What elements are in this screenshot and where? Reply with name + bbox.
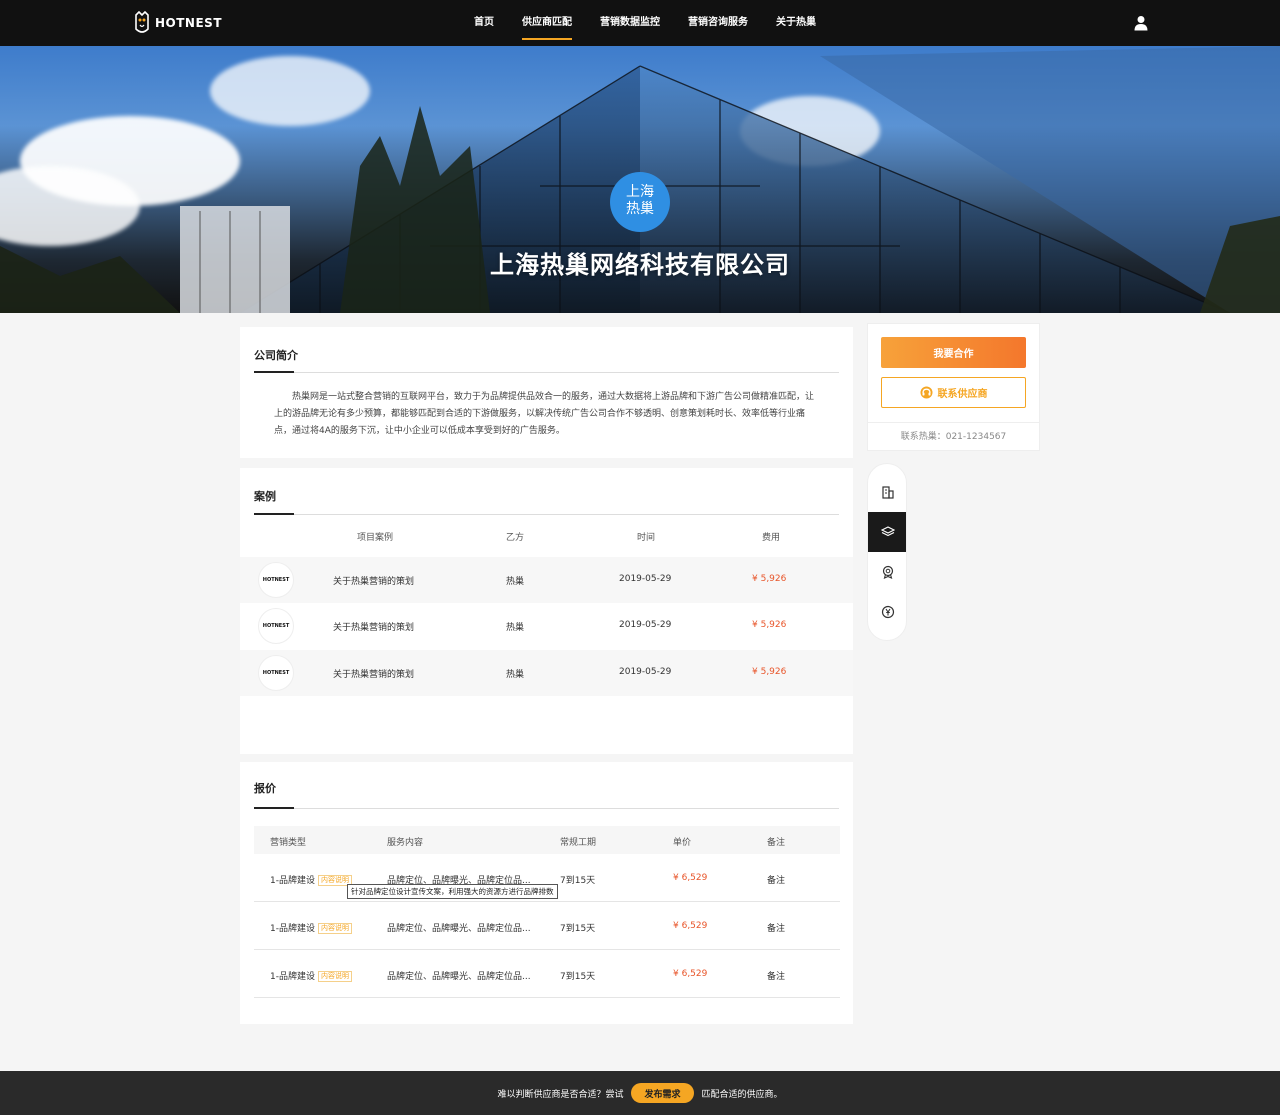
thumb-logo-text: HOTNEST <box>262 577 290 583</box>
thumb-logo-text: HOTNEST <box>262 670 290 676</box>
case-logo-thumbnail: HOTNEST <box>258 608 294 644</box>
col-header-project: 项目案例 <box>357 533 394 543</box>
logo-wordmark: HOTNEST <box>155 16 222 30</box>
quote-price: ¥ 6,529 <box>673 873 708 883</box>
section-title-quotes: 报价 <box>254 782 276 795</box>
case-logo-thumbnail: HOTNEST <box>258 655 294 691</box>
cases-table-header: 项目案例 乙方 时间 费用 <box>240 526 853 548</box>
case-party: 热巢 <box>506 577 525 587</box>
top-navigation-bar: HOTNEST 首页 供应商匹配 营销数据监控 营销咨询服务 关于热巢 <box>0 0 1280 46</box>
quote-note: 备注 <box>767 972 786 982</box>
section-divider <box>254 371 839 373</box>
layers-icon <box>881 526 895 537</box>
side-tab-quotes[interactable] <box>868 592 906 632</box>
quote-type: 1-品牌建设 <box>270 876 315 886</box>
table-row[interactable]: 1-品牌建设 内容说明 品牌定位、品牌曝光、品牌定位品... 7到15天 ¥ 6,… <box>254 854 840 902</box>
nav-item-home[interactable]: 首页 <box>474 0 494 46</box>
thumb-logo-text: HOTNEST <box>262 623 290 629</box>
footer-suffix-text: 匹配合适的供应商。 <box>701 1089 783 1100</box>
table-row[interactable]: HOTNEST 关于热巢营销的策划 热巢 2019-05-29 ¥ 5,926 <box>240 557 853 603</box>
quote-note: 备注 <box>767 924 786 934</box>
nav-item-about[interactable]: 关于热巢 <box>776 0 816 46</box>
publish-demand-button[interactable]: 发布需求 <box>631 1083 694 1103</box>
col-header-party: 乙方 <box>506 533 525 543</box>
nav-item-supplier-match[interactable]: 供应商匹配 <box>522 0 572 46</box>
col-header-period: 常规工期 <box>560 838 597 848</box>
side-tab-intro[interactable] <box>868 472 906 512</box>
company-intro-card: 公司简介 热巢网是一站式整合营销的互联网平台，致力于为品牌提供品效合一的服务，通… <box>240 327 853 458</box>
contact-supplier-label: 联系供应商 <box>937 389 988 400</box>
nav-item-data-monitor[interactable]: 营销数据监控 <box>600 0 660 46</box>
cooperate-button[interactable]: 我要合作 <box>881 337 1026 368</box>
company-intro-text: 热巢网是一站式整合营销的互联网平台，致力于为品牌提供品效合一的服务，通过大数据将… <box>274 392 815 436</box>
case-project: 关于热巢营销的策划 <box>333 670 415 680</box>
company-banner: 上海 热巢 上海热巢网络科技有限公司 <box>0 46 1280 313</box>
case-time: 2019-05-29 <box>619 620 672 630</box>
col-header-note: 备注 <box>767 838 786 848</box>
footer-prefix-text: 难以判断供应商是否合适？尝试 <box>497 1089 624 1100</box>
col-header-fee: 费用 <box>762 533 781 543</box>
section-quick-nav <box>867 463 907 641</box>
user-icon[interactable] <box>1134 15 1148 31</box>
section-title-cases: 案例 <box>254 490 276 503</box>
section-divider <box>254 807 839 809</box>
quote-type: 1-品牌建设 <box>270 972 315 982</box>
supplier-action-card: 我要合作 联系供应商 联系热巢：021-1234567 <box>867 323 1040 451</box>
case-logo-thumbnail: HOTNEST <box>258 562 294 598</box>
quote-content: 品牌定位、品牌曝光、品牌定位品... <box>387 972 531 982</box>
case-time: 2019-05-29 <box>619 574 672 584</box>
side-tab-awards[interactable] <box>868 552 906 592</box>
award-icon <box>882 565 894 579</box>
content-info-tag[interactable]: 内容说明 <box>317 971 352 982</box>
headset-icon <box>920 386 932 399</box>
case-party: 热巢 <box>506 623 525 633</box>
hotline-text: 联系热巢：021-1234567 <box>868 422 1039 452</box>
section-title-intro: 公司简介 <box>254 349 298 362</box>
quote-type-cell: 1-品牌建设 内容说明 <box>270 921 352 934</box>
content-info-tag[interactable]: 内容说明 <box>317 923 352 934</box>
case-project: 关于热巢营销的策划 <box>333 623 415 633</box>
quote-type-cell: 1-品牌建设 内容说明 <box>270 969 352 982</box>
building-icon <box>882 486 894 499</box>
side-tab-cases[interactable] <box>868 512 906 552</box>
quotes-table-header: 营销类型 服务内容 常规工期 单价 备注 <box>254 826 840 854</box>
col-header-content: 服务内容 <box>387 838 424 848</box>
quote-content: 品牌定位、品牌曝光、品牌定位品... <box>387 924 531 934</box>
yuan-coin-icon <box>881 605 895 619</box>
case-party: 热巢 <box>506 670 525 680</box>
quote-price: ¥ 6,529 <box>673 969 708 979</box>
case-fee: ¥ 5,926 <box>752 574 787 584</box>
quote-period: 7到15天 <box>560 924 596 934</box>
col-header-time: 时间 <box>637 533 656 543</box>
cases-card: 案例 项目案例 乙方 时间 费用 HOTNEST 关于热巢营销的策划 热巢 20… <box>240 468 853 754</box>
section-divider <box>254 513 839 515</box>
case-project: 关于热巢营销的策划 <box>333 577 415 587</box>
owl-logo-icon <box>135 11 149 33</box>
publish-demand-bar: 难以判断供应商是否合适？尝试 发布需求 匹配合适的供应商。 <box>0 1071 1280 1115</box>
quote-type-cell: 1-品牌建设 内容说明 <box>270 873 352 886</box>
hotnest-logo[interactable]: HOTNEST <box>133 10 222 36</box>
col-header-type: 营销类型 <box>270 838 307 848</box>
col-header-price: 单价 <box>673 838 692 848</box>
main-nav: 首页 供应商匹配 营销数据监控 营销咨询服务 关于热巢 <box>460 0 830 46</box>
quote-price: ¥ 6,529 <box>673 921 708 931</box>
table-row[interactable]: 1-品牌建设 内容说明 品牌定位、品牌曝光、品牌定位品... 7到15天 ¥ 6,… <box>254 950 840 998</box>
case-fee: ¥ 5,926 <box>752 620 787 630</box>
nav-item-consulting[interactable]: 营销咨询服务 <box>688 0 748 46</box>
quotes-card: 报价 营销类型 服务内容 常规工期 单价 备注 1-品牌建设 内容说明 品牌定位、… <box>240 762 853 1024</box>
quote-period: 7到15天 <box>560 876 596 886</box>
company-logo-badge: 上海 热巢 <box>610 172 670 232</box>
content-info-tooltip: 针对品牌定位设计宣传文案，利用强大的资源方进行品牌排数 <box>347 884 558 899</box>
quote-note: 备注 <box>767 876 786 886</box>
company-name-heading: 上海热巢网络科技有限公司 <box>490 251 790 279</box>
quote-type: 1-品牌建设 <box>270 924 315 934</box>
table-row[interactable]: HOTNEST 关于热巢营销的策划 热巢 2019-05-29 ¥ 5,926 <box>240 603 853 649</box>
table-row[interactable]: 1-品牌建设 内容说明 品牌定位、品牌曝光、品牌定位品... 7到15天 ¥ 6,… <box>254 902 840 950</box>
quote-period: 7到15天 <box>560 972 596 982</box>
case-fee: ¥ 5,926 <box>752 667 787 677</box>
table-row[interactable]: HOTNEST 关于热巢营销的策划 热巢 2019-05-29 ¥ 5,926 <box>240 650 853 696</box>
contact-supplier-button[interactable]: 联系供应商 <box>881 377 1026 408</box>
case-time: 2019-05-29 <box>619 667 672 677</box>
